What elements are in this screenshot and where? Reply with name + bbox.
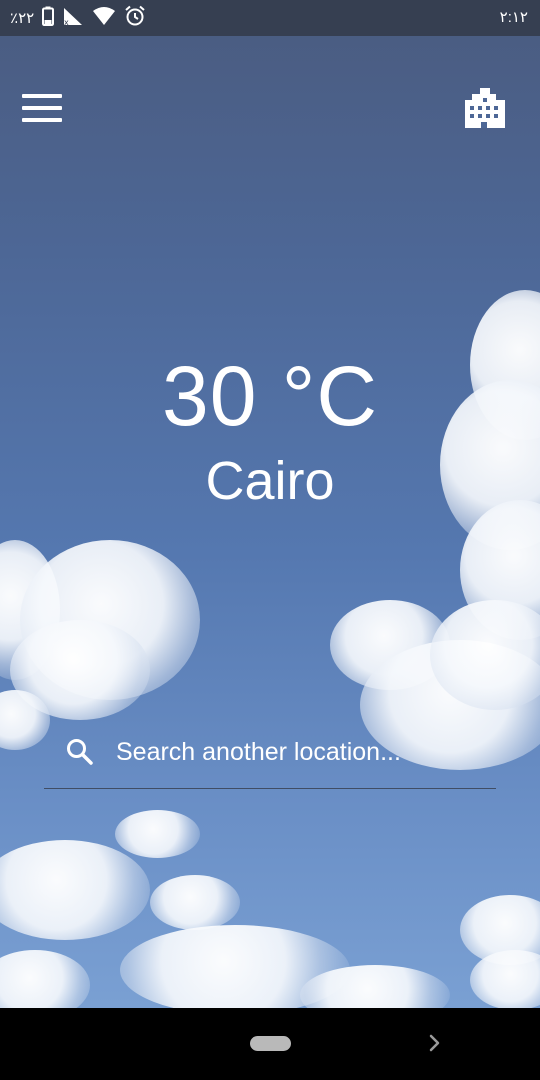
svg-text:x: x	[64, 18, 69, 26]
city-button[interactable]	[462, 86, 506, 130]
city-buildings-icon	[465, 88, 505, 128]
menu-button[interactable]	[20, 92, 64, 124]
city-name: Cairo	[205, 451, 335, 511]
temperature: 30 °C	[161, 349, 379, 443]
home-pill-icon[interactable]	[250, 1036, 291, 1051]
hamburger-menu-icon	[22, 118, 62, 122]
navigation-bar	[0, 1008, 540, 1080]
search-input[interactable]	[116, 734, 486, 770]
chevron-right-icon[interactable]	[424, 1030, 446, 1056]
battery-icon	[42, 6, 55, 31]
cloud	[0, 950, 90, 1008]
cloud	[115, 810, 200, 858]
signal-icon: x	[62, 6, 84, 31]
location-search	[44, 728, 496, 789]
search-icon[interactable]	[64, 736, 96, 768]
hamburger-menu-icon	[22, 106, 62, 110]
status-time: ٢:١٢	[499, 9, 528, 26]
status-icons: ٪٢٢ x	[10, 5, 146, 32]
cloud	[0, 840, 150, 940]
app-screen: ٪٢٢ x ٢:١٢ 30 °C Cairo Search another lo…	[0, 0, 540, 1080]
cloud	[150, 875, 240, 930]
battery-percent: ٪٢٢	[10, 10, 35, 27]
wifi-icon	[92, 6, 116, 31]
hamburger-menu-icon	[22, 94, 62, 98]
status-bar: ٪٢٢ x ٢:١٢	[0, 0, 540, 36]
alarm-icon	[124, 5, 146, 32]
